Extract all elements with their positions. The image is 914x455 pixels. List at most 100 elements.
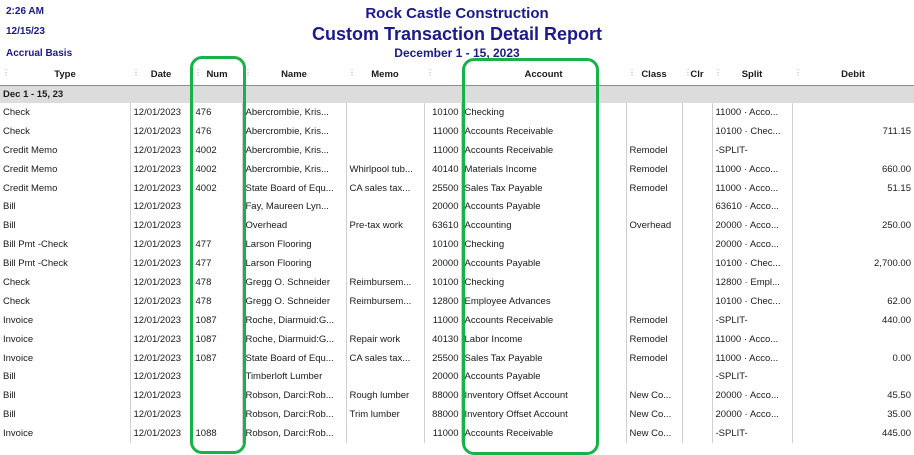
memo-cell: CA sales tax...: [345, 348, 424, 368]
type-cell: Bill Pmt -Check: [3, 258, 68, 270]
debit-cell: 440.00: [791, 310, 914, 330]
clr-cell: [681, 291, 712, 311]
table-row[interactable]: Invoice 12/01/2023 1087 State Board of Equ.…: [0, 348, 914, 368]
name-cell: Gregg O. Schneider: [241, 273, 346, 292]
col-header-split[interactable]: ⋮ Split: [712, 64, 792, 86]
class-cell: Overhead: [625, 216, 682, 236]
company-name: Rock Castle Construction: [365, 5, 549, 22]
num-cell: 477: [191, 235, 242, 255]
split-cell: 20000 · Acco...: [711, 405, 792, 425]
debit-cell: [791, 103, 914, 122]
clr-cell: [681, 197, 712, 217]
table-row[interactable]: Bill 12/01/2023 Timberloft Lumber 20000 Acco…: [0, 367, 914, 387]
table-row[interactable]: Bill 12/01/2023 Robson, Darci:Rob... Trim l…: [0, 405, 914, 425]
clr-cell: [681, 121, 712, 141]
clr-cell: [681, 103, 712, 122]
name-cell: Abercrombie, Kris...: [241, 159, 346, 179]
split-cell: -SPLIT-: [711, 424, 792, 444]
table-row[interactable]: Check 12/01/2023 478 Gregg O. Schneider Reim…: [0, 273, 914, 292]
clr-cell: [681, 424, 712, 444]
name-cell: Robson, Darci:Rob...: [241, 424, 346, 444]
col-header-clr[interactable]: ⋮ Clr: [682, 64, 712, 86]
class-cell: [625, 121, 682, 141]
class-cell: Remodel: [625, 329, 682, 349]
clr-cell: [681, 159, 712, 179]
num-cell: 477: [191, 254, 242, 274]
split-cell: -SPLIT-: [711, 140, 792, 160]
account-number-cell: 10100: [423, 103, 461, 122]
account-number-cell: 12800: [423, 291, 461, 311]
name-cell: Fay, Maureen Lyn...: [241, 197, 346, 217]
table-row[interactable]: Check 12/01/2023 476 Abercrombie, Kris... 10…: [0, 103, 914, 122]
split-cell: 20000 · Acco...: [711, 216, 792, 236]
table-row[interactable]: Credit Memo 12/01/2023 4002 Abercrombie, Kr…: [0, 159, 914, 179]
date-cell: 12/01/2023: [129, 386, 192, 406]
date-cell: 12/01/2023: [129, 103, 192, 122]
table-row[interactable]: Bill 12/01/2023 Robson, Darci:Rob... Rough …: [0, 386, 914, 406]
debit-cell: 660.00: [791, 159, 914, 179]
col-header-debit[interactable]: ⋮ Debit: [792, 64, 914, 86]
table-row[interactable]: Invoice 12/01/2023 1088 Robson, Darci:Rob..…: [0, 424, 914, 444]
memo-cell: [345, 140, 424, 160]
type-cell: Credit Memo: [3, 144, 58, 156]
class-cell: Remodel: [625, 178, 682, 198]
clr-cell: [681, 310, 712, 330]
table-row[interactable]: Credit Memo 12/01/2023 4002 State Board of …: [0, 178, 914, 198]
col-header-memo[interactable]: ⋮ Memo: [346, 64, 424, 86]
type-cell: Bill Pmt -Check: [3, 239, 68, 251]
col-header-name[interactable]: ⋮ Name: [242, 64, 346, 86]
num-cell: [191, 197, 242, 217]
table-row[interactable]: Bill 12/01/2023 Overhead Pre-tax work 63610 A…: [0, 216, 914, 236]
date-cell: 12/01/2023: [129, 140, 192, 160]
memo-cell: [345, 254, 424, 274]
debit-cell: [791, 197, 914, 217]
date-cell: 12/01/2023: [129, 159, 192, 179]
col-header-date[interactable]: ⋮ Date: [130, 64, 192, 86]
num-cell: 476: [191, 103, 242, 122]
split-cell: -SPLIT-: [711, 367, 792, 387]
table-row[interactable]: Check 12/01/2023 478 Gregg O. Schneider Reim…: [0, 291, 914, 311]
memo-cell: Repair work: [345, 329, 424, 349]
name-cell: State Board of Equ...: [241, 348, 346, 368]
class-cell: Remodel: [625, 310, 682, 330]
col-header-type[interactable]: ⋮ Type: [0, 64, 130, 86]
clr-cell: [681, 235, 712, 255]
account-cell: Sales Tax Payable: [460, 178, 626, 198]
table-row[interactable]: Bill Pmt -Check 12/01/2023 477 Larson Floor…: [0, 254, 914, 274]
table-row[interactable]: Invoice 12/01/2023 1087 Roche, Diarmuid:G..…: [0, 329, 914, 349]
split-cell: 11000 · Acco...: [711, 348, 792, 368]
table-row[interactable]: Bill Pmt -Check 12/01/2023 477 Larson Floor…: [0, 235, 914, 255]
type-cell: Bill: [3, 201, 16, 213]
debit-cell: 0.00: [791, 348, 914, 368]
class-cell: Remodel: [625, 140, 682, 160]
class-cell: [625, 197, 682, 217]
col-header-class[interactable]: ⋮ Class: [626, 64, 682, 86]
num-cell: 478: [191, 273, 242, 292]
date-cell: 12/01/2023: [129, 254, 192, 274]
col-header-account-number[interactable]: ⋮: [424, 64, 461, 86]
type-cell: Check: [3, 125, 30, 137]
split-cell: 12800 · Empl...: [711, 273, 792, 292]
class-cell: New Co...: [625, 405, 682, 425]
num-cell: [191, 367, 242, 387]
table-row[interactable]: Credit Memo 12/01/2023 4002 Abercrombie, Kr…: [0, 140, 914, 160]
clr-cell: [681, 254, 712, 274]
col-header-account[interactable]: Account: [461, 64, 626, 86]
table-row[interactable]: Check 12/01/2023 476 Abercrombie, Kris... 11…: [0, 121, 914, 141]
account-cell: Accounts Receivable: [460, 424, 626, 444]
num-cell: 1087: [191, 348, 242, 368]
name-cell: Roche, Diarmuid:G...: [241, 310, 346, 330]
split-cell: 20000 · Acco...: [711, 235, 792, 255]
account-cell: Accounts Receivable: [460, 121, 626, 141]
account-number-cell: 20000: [423, 367, 461, 387]
memo-cell: [345, 121, 424, 141]
type-cell: Check: [3, 106, 30, 118]
table-row[interactable]: Invoice 12/01/2023 1087 Roche, Diarmuid:G..…: [0, 310, 914, 330]
class-cell: Remodel: [625, 159, 682, 179]
account-number-cell: 20000: [423, 197, 461, 217]
table-row[interactable]: Bill 12/01/2023 Fay, Maureen Lyn... 20000 Ac…: [0, 197, 914, 217]
date-cell: 12/01/2023: [129, 348, 192, 368]
type-cell: Invoice: [3, 314, 34, 326]
col-header-num[interactable]: ⋮ Num: [192, 64, 242, 86]
debit-cell: 445.00: [791, 424, 914, 444]
